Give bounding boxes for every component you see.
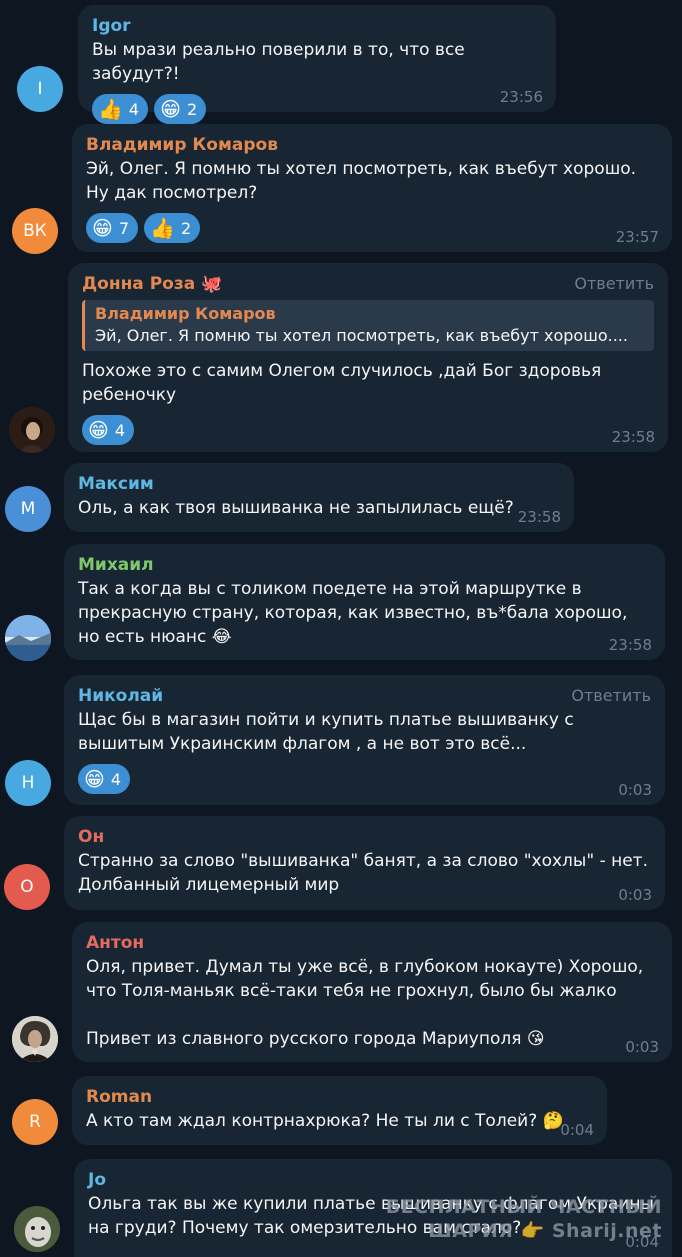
thumbs-up-icon: 👍 bbox=[98, 97, 123, 121]
author-name[interactable]: Igor bbox=[92, 14, 542, 38]
author-name[interactable]: Михаил bbox=[78, 553, 651, 577]
avatar[interactable]: Н bbox=[5, 760, 51, 806]
message-bubble[interactable]: Николай Ответить Щас бы в магазин пойти … bbox=[64, 675, 665, 805]
message-time: 0:04 bbox=[560, 1121, 594, 1139]
reaction-count: 7 bbox=[118, 218, 130, 238]
reactions: 😁 7 👍 2 bbox=[86, 213, 658, 243]
watermark-line-2: ШАРИЯ 👉 Sharij.net bbox=[428, 1220, 662, 1242]
author-name[interactable]: Владимир Комаров bbox=[86, 133, 658, 157]
message-time: 23:58 bbox=[517, 508, 561, 526]
message-text: Эй, Олег. Я помню ты хотел посмотреть, к… bbox=[86, 159, 637, 203]
avatar[interactable] bbox=[12, 1016, 58, 1062]
quoted-message[interactable]: Владимир Комаров Эй, Олег. Я помню ты хо… bbox=[82, 300, 654, 351]
author-name[interactable]: Донна Роза 🐙 bbox=[82, 272, 654, 296]
message-bubble[interactable]: Igor Вы мрази реально поверили в то, что… bbox=[78, 5, 556, 124]
reaction-thumbs-up[interactable]: 👍 2 bbox=[144, 213, 201, 243]
avatar[interactable]: I bbox=[17, 66, 63, 112]
avatar[interactable] bbox=[14, 1206, 60, 1252]
message-time: 0:03 bbox=[625, 1038, 659, 1056]
reply-button[interactable]: Ответить bbox=[571, 686, 651, 705]
message-bubble[interactable]: Михаил Так а когда вы с толиком поедете … bbox=[64, 544, 665, 660]
message-text: Оль, а как твоя вышиванка не запылилась … bbox=[78, 498, 514, 518]
author-name[interactable]: Jo bbox=[88, 1168, 658, 1192]
message-time: 23:58 bbox=[611, 428, 655, 446]
quoted-text: Эй, Олег. Я помню ты хотел посмотреть, к… bbox=[95, 326, 628, 345]
author-name[interactable]: Roman bbox=[86, 1085, 593, 1109]
author-name[interactable]: Николай bbox=[78, 684, 651, 708]
quoted-author: Владимир Комаров bbox=[95, 304, 276, 323]
thumbs-up-icon: 👍 bbox=[150, 216, 175, 240]
message-bubble[interactable]: Он Странно за слово "вышиванка" банят, а… bbox=[64, 816, 665, 910]
message-time: 23:58 bbox=[608, 636, 652, 654]
message-bubble[interactable]: Максим Оль, а как твоя вышиванка не запы… bbox=[64, 463, 574, 532]
message-text: А кто там ждал контрнахрюка? Не ты ли с … bbox=[86, 1111, 564, 1131]
message-bubble[interactable]: Антон Оля, привет. Думал ты уже всё, в г… bbox=[72, 922, 672, 1062]
message-time: 0:03 bbox=[618, 886, 652, 904]
landscape-avatar-icon bbox=[5, 615, 51, 661]
message-text: Похоже это с самим Олегом случилось ,дай… bbox=[82, 361, 602, 405]
message-time: 23:56 bbox=[499, 88, 543, 106]
reaction-thumbs-up[interactable]: 👍 4 bbox=[92, 94, 149, 124]
portrait-avatar-icon bbox=[12, 1016, 58, 1062]
reaction-count: 4 bbox=[128, 99, 140, 119]
message-time: 23:57 bbox=[615, 228, 659, 246]
reaction-grin[interactable]: 😁 2 bbox=[154, 94, 207, 124]
animal-avatar-icon bbox=[14, 1206, 60, 1252]
message-text: Странно за слово "вышиванка" банят, а за… bbox=[78, 851, 648, 895]
grin-icon: 😁 bbox=[160, 97, 181, 121]
reply-button[interactable]: Ответить bbox=[574, 274, 654, 293]
avatar[interactable] bbox=[9, 407, 55, 453]
grin-icon: 😁 bbox=[84, 767, 105, 791]
message-time: 0:03 bbox=[618, 781, 652, 799]
avatar[interactable]: R bbox=[12, 1099, 58, 1145]
grin-icon: 😁 bbox=[92, 216, 113, 240]
reactions: 😁 4 bbox=[78, 764, 651, 794]
reaction-count: 2 bbox=[180, 218, 192, 238]
reaction-count: 4 bbox=[114, 420, 126, 440]
reaction-count: 2 bbox=[186, 99, 198, 119]
reactions: 😁 4 bbox=[82, 415, 654, 445]
author-name[interactable]: Он bbox=[78, 825, 651, 849]
message-text: Вы мрази реально поверили в то, что все … bbox=[92, 40, 465, 84]
reaction-grin[interactable]: 😁 4 bbox=[78, 764, 131, 794]
avatar[interactable]: ВК bbox=[12, 208, 58, 254]
message-bubble[interactable]: Владимир Комаров Эй, Олег. Я помню ты хо… bbox=[72, 124, 672, 252]
reactions: 👍 4 😁 2 bbox=[92, 94, 542, 124]
reaction-count: 4 bbox=[110, 769, 122, 789]
octopus-badge-icon: 🐙 bbox=[201, 274, 223, 294]
avatar[interactable]: О bbox=[4, 864, 50, 910]
photo-avatar-icon bbox=[9, 407, 55, 453]
watermark-line-1: БЕСПЛАТНЫЙ ЧАСТНЫЙ bbox=[385, 1196, 662, 1218]
author-name[interactable]: Антон bbox=[86, 931, 658, 955]
message-text: Так а когда вы с толиком поедете на этой… bbox=[78, 579, 628, 647]
avatar[interactable]: М bbox=[5, 486, 51, 532]
message-bubble[interactable]: Roman А кто там ждал контрнахрюка? Не ты… bbox=[72, 1076, 607, 1145]
reaction-grin[interactable]: 😁 7 bbox=[86, 213, 139, 243]
watermark: БЕСПЛАТНЫЙ ЧАСТНЫЙ ШАРИЯ 👉 Sharij.net bbox=[386, 1195, 662, 1243]
author-name[interactable]: Максим bbox=[78, 472, 560, 496]
message-text: Оля, привет. Думал ты уже всё, в глубоко… bbox=[86, 957, 644, 1049]
reaction-grin[interactable]: 😁 4 bbox=[82, 415, 135, 445]
message-bubble[interactable]: Донна Роза 🐙 Ответить Владимир Комаров Э… bbox=[68, 263, 668, 452]
grin-icon: 😁 bbox=[88, 418, 109, 442]
avatar[interactable] bbox=[5, 615, 51, 661]
pointing-hand-icon: 👉 bbox=[520, 1220, 545, 1242]
message-text: Щас бы в магазин пойти и купить платье в… bbox=[78, 710, 574, 754]
